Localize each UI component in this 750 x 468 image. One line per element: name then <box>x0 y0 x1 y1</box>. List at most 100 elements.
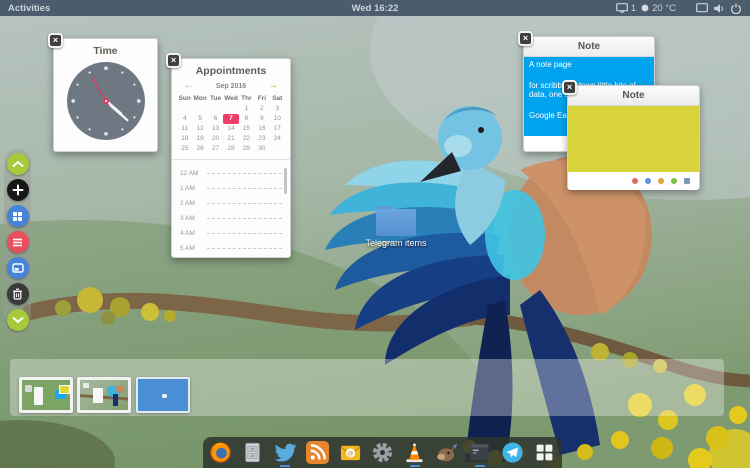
dock-item-twitter[interactable] <box>270 437 300 468</box>
calendar-day[interactable]: 26 <box>192 144 207 154</box>
calendar-day[interactable]: 23 <box>254 134 269 144</box>
calendar-day-header: Wed <box>223 94 238 104</box>
calendar-day[interactable]: 11 <box>177 124 192 134</box>
calendar-day[interactable]: 18 <box>177 134 192 144</box>
note-color-dot[interactable] <box>645 178 651 184</box>
widget-window-button[interactable] <box>7 257 29 279</box>
agenda-row[interactable]: 3 AM <box>180 211 282 226</box>
agenda-scrollbar[interactable] <box>284 168 288 194</box>
calendar-day[interactable]: 6 <box>208 114 223 124</box>
calendar-day[interactable]: 30 <box>254 144 269 154</box>
dock-item-app-grid[interactable] <box>529 437 559 468</box>
calendar-day[interactable]: 8 <box>239 114 254 124</box>
calendar-day[interactable]: 19 <box>192 134 207 144</box>
top-bar: Activities Wed 16:22 1 20 °C <box>0 0 750 16</box>
calendar-day[interactable]: 20 <box>208 134 223 144</box>
calendar-day-header: Tue <box>208 94 223 104</box>
window-tray-icon[interactable] <box>696 3 708 13</box>
agenda-row[interactable]: 1 AM <box>180 181 282 196</box>
calendar-day[interactable]: 1 <box>239 104 254 114</box>
widget-grid-button[interactable] <box>7 205 29 227</box>
calendar-day[interactable]: 27 <box>208 144 223 154</box>
calendar-day[interactable]: 4 <box>177 114 192 124</box>
widget-menu-button[interactable] <box>7 231 29 253</box>
calendar-day[interactable]: 14 <box>223 124 238 134</box>
calendar-day-empty <box>192 104 207 114</box>
time-widget-title: Time <box>54 39 157 57</box>
running-indicator <box>410 465 420 467</box>
calendar-day[interactable]: 24 <box>270 134 285 144</box>
folder-telegram-items[interactable]: Telegram items <box>358 206 434 248</box>
yellow-note-body[interactable] <box>568 106 699 172</box>
weather-indicator[interactable]: 20 °C <box>641 3 676 14</box>
note-color-dot[interactable] <box>671 178 677 184</box>
dock-item-terminal[interactable] <box>465 437 495 468</box>
agenda-line <box>207 173 282 174</box>
workspace-thumbnail-2[interactable] <box>77 377 131 413</box>
twitter-icon <box>274 441 297 464</box>
agenda-row[interactable]: 4 AM <box>180 226 282 241</box>
prev-month-arrow[interactable]: ← <box>184 81 194 91</box>
close-icon[interactable]: × <box>562 80 577 95</box>
scroll-down-button[interactable] <box>7 309 29 331</box>
dock-item-vlc[interactable] <box>400 437 430 468</box>
agenda-line <box>207 203 282 204</box>
calendar-day[interactable]: 22 <box>239 134 254 144</box>
dock-item-email[interactable]: @ <box>335 437 365 468</box>
calendar-day[interactable]: 3 <box>270 104 285 114</box>
activities-button[interactable]: Activities <box>0 3 50 14</box>
dock-item-rss[interactable] <box>303 437 333 468</box>
note-color-square[interactable] <box>684 178 690 184</box>
app-grid-icon <box>534 442 555 463</box>
speaker-icon[interactable] <box>713 3 725 14</box>
app-dock: @ <box>203 437 562 468</box>
dock-item-settings[interactable] <box>367 437 397 468</box>
calendar-day[interactable]: 16 <box>254 124 269 134</box>
note-color-dot[interactable] <box>632 178 638 184</box>
power-icon[interactable] <box>730 3 742 14</box>
chevron-down-icon <box>12 316 24 324</box>
dock-item-telegram[interactable] <box>497 437 527 468</box>
calendar-day[interactable]: 10 <box>270 114 285 124</box>
close-icon[interactable]: × <box>48 33 63 48</box>
dock-item-gimp[interactable] <box>432 437 462 468</box>
agenda-time-label: 12 AM <box>180 170 204 177</box>
agenda-row[interactable]: 5 AM <box>180 241 282 256</box>
calendar-day[interactable]: 7 <box>223 114 238 124</box>
mini-icon <box>162 394 167 398</box>
agenda-time-label: 2 AM <box>180 200 204 207</box>
appointments-title: Appointments <box>172 59 290 77</box>
note-color-dot[interactable] <box>658 178 664 184</box>
mini-calendar-widget <box>34 387 43 405</box>
display-icon <box>616 3 628 13</box>
calendar-day-empty <box>223 104 238 114</box>
calendar-day[interactable]: 15 <box>239 124 254 134</box>
dock-item-file-manager[interactable] <box>238 437 268 468</box>
agenda-row[interactable]: 12 AM <box>180 166 282 181</box>
calendar-day[interactable]: 21 <box>223 134 238 144</box>
display-indicator[interactable]: 1 <box>616 3 636 14</box>
mini-bird-back <box>116 385 124 393</box>
calendar-day[interactable]: 9 <box>254 114 269 124</box>
calendar-day[interactable]: 5 <box>192 114 207 124</box>
workspace-thumbnail-1[interactable] <box>19 377 73 413</box>
calendar-day[interactable]: 28 <box>223 144 238 154</box>
agenda-row[interactable]: 2 AM <box>180 196 282 211</box>
close-icon[interactable]: × <box>166 53 181 68</box>
note-title: Note <box>568 86 699 106</box>
calendar-day[interactable]: 29 <box>239 144 254 154</box>
workspace-thumbnail-3[interactable] <box>136 377 190 413</box>
calendar-day[interactable]: 12 <box>192 124 207 134</box>
next-month-arrow[interactable]: → <box>268 81 278 91</box>
screenlet-dock <box>4 149 31 335</box>
scroll-up-button[interactable] <box>7 153 29 175</box>
dock-item-firefox[interactable] <box>205 437 235 468</box>
workspace-switcher <box>10 359 724 416</box>
calendar-day[interactable]: 25 <box>177 144 192 154</box>
add-widget-button[interactable] <box>7 179 29 201</box>
calendar-day[interactable]: 13 <box>208 124 223 134</box>
trash-button[interactable] <box>7 283 29 305</box>
calendar-day[interactable]: 17 <box>270 124 285 134</box>
calendar-day[interactable]: 2 <box>254 104 269 114</box>
close-icon[interactable]: × <box>518 31 533 46</box>
